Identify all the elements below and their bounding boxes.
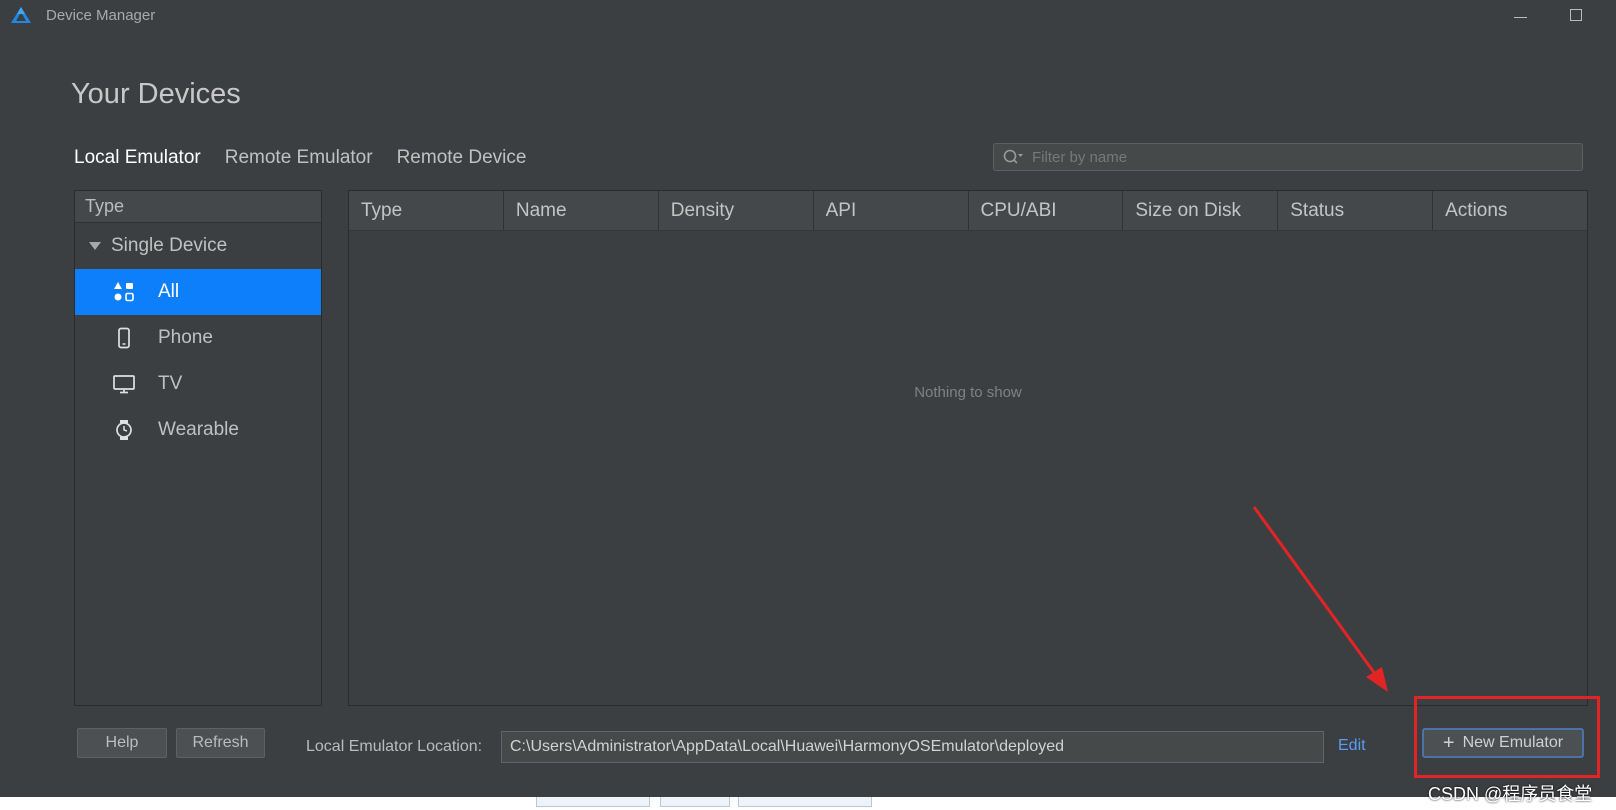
column-header-actions[interactable]: Actions bbox=[1433, 191, 1587, 230]
watch-icon bbox=[110, 418, 138, 442]
type-panel: Type Single Device All Phone TV Wearable bbox=[74, 190, 322, 706]
sidebar-item-tv[interactable]: TV bbox=[75, 361, 321, 407]
sidebar-item-all[interactable]: All bbox=[75, 269, 321, 315]
phone-icon bbox=[110, 326, 138, 350]
minimize-button[interactable] bbox=[1500, 2, 1540, 28]
app-logo-icon bbox=[11, 7, 31, 23]
group-label: Single Device bbox=[111, 235, 228, 256]
type-panel-header: Type bbox=[75, 191, 321, 223]
column-header-cpu-abi[interactable]: CPU/ABI bbox=[969, 191, 1124, 230]
device-tabs: Local Emulator Remote Emulator Remote De… bbox=[74, 147, 526, 169]
tab-remote-emulator[interactable]: Remote Emulator bbox=[225, 147, 373, 169]
column-header-size-on-disk[interactable]: Size on Disk bbox=[1123, 191, 1279, 230]
column-header-name[interactable]: Name bbox=[504, 191, 659, 230]
sidebar-item-wearable[interactable]: Wearable bbox=[75, 407, 321, 453]
minimize-icon bbox=[1513, 16, 1527, 18]
tab-remote-device[interactable]: Remote Device bbox=[397, 147, 527, 169]
maximize-icon bbox=[1570, 9, 1582, 21]
empty-state-text: Nothing to show bbox=[914, 384, 1022, 401]
edit-location-link[interactable]: Edit bbox=[1338, 737, 1366, 755]
title-bar: Device Manager bbox=[0, 0, 1616, 32]
filter-box bbox=[993, 143, 1583, 171]
filter-input[interactable] bbox=[1024, 147, 1582, 167]
sidebar-item-label: Phone bbox=[158, 327, 213, 348]
background-fragment bbox=[660, 797, 730, 807]
sidebar-item-label: Wearable bbox=[158, 419, 239, 440]
grid-icon bbox=[110, 280, 138, 304]
sidebar-item-label: TV bbox=[158, 373, 183, 394]
background-fragment bbox=[738, 797, 872, 807]
location-label: Local Emulator Location: bbox=[306, 738, 483, 755]
sidebar-item-label: All bbox=[158, 281, 180, 302]
maximize-button[interactable] bbox=[1556, 2, 1596, 28]
table-header: Type Name Density API CPU/ABI Size on Di… bbox=[349, 191, 1587, 231]
tv-icon bbox=[110, 372, 138, 396]
column-header-type[interactable]: Type bbox=[349, 191, 504, 230]
window-title: Device Manager bbox=[46, 7, 156, 24]
column-header-api[interactable]: API bbox=[814, 191, 969, 230]
device-table: Type Name Density API CPU/ABI Size on Di… bbox=[348, 190, 1588, 706]
refresh-button[interactable]: Refresh bbox=[176, 728, 265, 758]
tab-local-emulator[interactable]: Local Emulator bbox=[74, 147, 201, 169]
column-header-density[interactable]: Density bbox=[659, 191, 814, 230]
background-fragment bbox=[536, 797, 650, 807]
annotation-highlight-box bbox=[1414, 696, 1600, 778]
expand-triangle-icon bbox=[89, 242, 101, 250]
help-button[interactable]: Help bbox=[77, 728, 167, 758]
watermark: CSDN @程序员食堂 bbox=[1428, 784, 1593, 804]
page-title: Your Devices bbox=[71, 78, 241, 110]
search-icon bbox=[1003, 149, 1023, 164]
sidebar-item-phone[interactable]: Phone bbox=[75, 315, 321, 361]
location-field[interactable] bbox=[501, 731, 1324, 763]
column-header-status[interactable]: Status bbox=[1278, 191, 1434, 230]
single-device-group[interactable]: Single Device bbox=[75, 223, 321, 269]
